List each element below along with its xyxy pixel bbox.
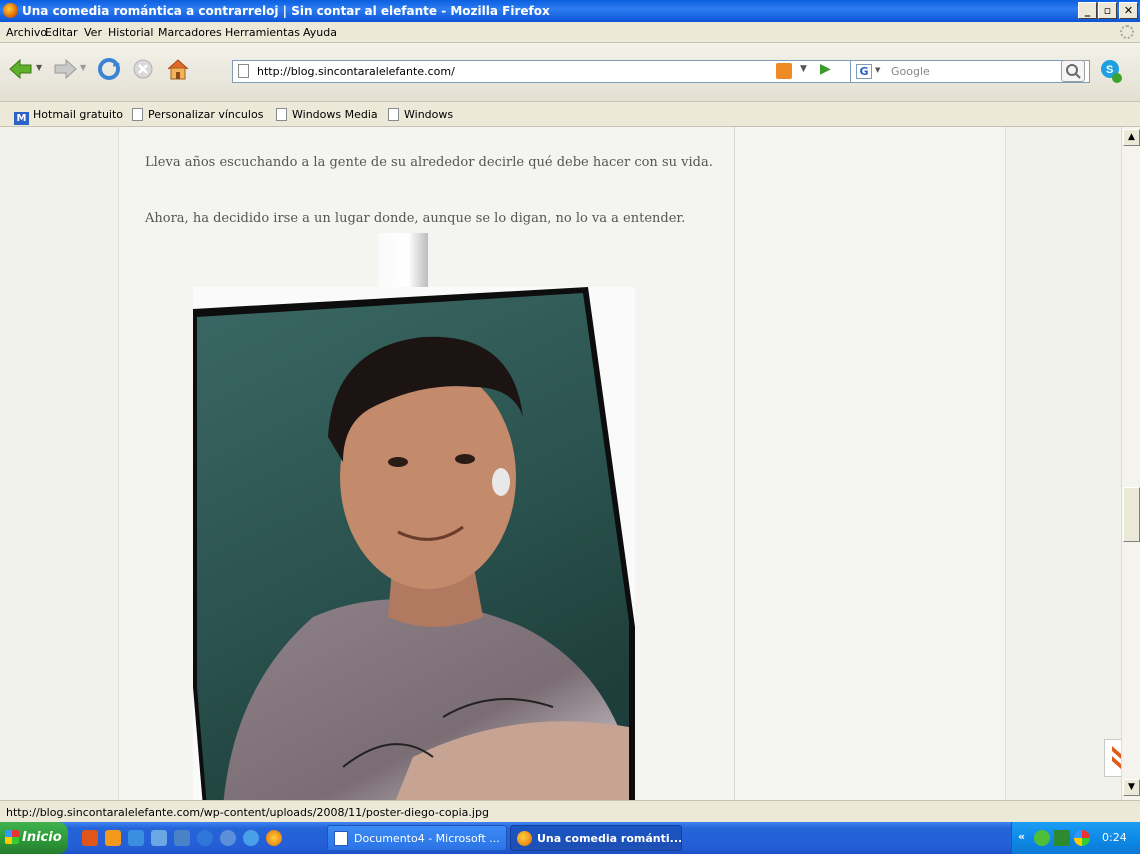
firefox-icon [517,831,532,846]
poster-image[interactable] [193,287,635,800]
bookmark-label: Windows [404,108,454,121]
msn-icon: M [14,112,29,125]
page-icon [132,108,143,121]
bookmark-hotmail[interactable]: M Hotmail gratuito [14,108,123,125]
quicklaunch-player-icon[interactable] [243,830,259,846]
task-firefox-window[interactable]: Una comedia románti... [510,825,682,851]
page-icon [388,108,399,121]
start-label: Inicio [22,830,62,845]
tray-network-icon[interactable] [1054,830,1070,846]
bookmarks-toolbar: M Hotmail gratuito Personalizar vínculos … [0,102,1140,127]
url-text: http://blog.sincontaralelefante.com/ [257,65,455,78]
scroll-down-arrow[interactable]: ▼ [1123,779,1140,796]
skype-icon[interactable]: S [1098,58,1124,84]
menu-herramientas[interactable]: Herramientas [225,26,300,39]
story-paragraph-1: Lleva años escuchando a la gente de su a… [145,155,713,170]
system-tray: « 0:24 [1011,822,1140,854]
menu-archivo[interactable]: Archivo [6,26,47,39]
tray-security-icon[interactable] [1074,830,1090,846]
scroll-to-bottom-button[interactable] [1104,739,1121,777]
minimize-button[interactable]: _ [1078,2,1097,19]
home-icon[interactable] [165,58,191,80]
throbber-icon [1120,25,1134,39]
story-paragraph-2: Ahora, ha decidido irse a un lugar donde… [145,211,686,226]
quicklaunch-itunes-icon[interactable] [151,830,167,846]
menu-editar[interactable]: Editar [45,26,78,39]
paper-strip [378,233,428,291]
engine-dropdown-icon[interactable]: ▼ [875,66,880,74]
rss-feed-icon[interactable] [776,63,792,79]
quicklaunch-search-icon[interactable] [197,830,213,846]
menu-ayuda[interactable]: Ayuda [303,26,337,39]
search-button[interactable] [1061,60,1085,82]
back-arrow-icon[interactable] [8,58,34,80]
scroll-up-arrow[interactable]: ▲ [1123,129,1140,146]
start-button[interactable]: Inicio [0,822,68,854]
double-chevron-down-icon [1112,746,1121,769]
task-documento4[interactable]: Documento4 - Microsoft ... [327,825,507,851]
page-icon [276,108,287,121]
tray-clock[interactable]: 0:24 [1102,831,1127,844]
bookmark-label: Windows Media [292,108,378,121]
window-titlebar: Una comedia romántica a contrarreloj | S… [0,0,1140,22]
forward-arrow-icon[interactable] [52,58,78,80]
tray-expand-button[interactable]: « [1018,830,1025,843]
forward-dropdown-icon[interactable]: ▼ [80,63,86,72]
page-viewport: Lleva años escuchando a la gente de su a… [0,127,1121,800]
search-placeholder: Google [891,65,930,78]
bookmark-personalizar[interactable]: Personalizar vínculos [132,108,263,121]
google-engine-icon[interactable]: G [856,64,872,79]
scroll-thumb[interactable] [1123,487,1140,542]
quicklaunch-ie-icon[interactable] [128,830,144,846]
window-title: Una comedia romántica a contrarreloj | S… [22,4,550,18]
search-box[interactable]: G ▼ Google [850,60,1090,83]
navigation-toolbar: ▼ ▼ http://blog.sincontaralelefante.com/… [0,43,1140,102]
quicklaunch-firefox-icon[interactable] [266,830,282,846]
firefox-icon [3,3,18,18]
bookmark-windows-media[interactable]: Windows Media [276,108,378,121]
status-bar: http://blog.sincontaralelefante.com/wp-c… [0,800,1140,823]
vertical-scrollbar[interactable]: ▲ ▼ [1121,127,1140,800]
menu-bar: Archivo Editar Ver Historial Marcadores … [0,22,1140,43]
bookmark-windows[interactable]: Windows [388,108,453,121]
sidebar-paper [735,127,1006,800]
windows-logo-icon [5,830,19,844]
quicklaunch-chat-icon[interactable] [220,830,236,846]
back-dropdown-icon[interactable]: ▼ [36,63,42,72]
magnifier-icon [1066,64,1081,79]
quicklaunch-media-icon[interactable] [174,830,190,846]
quicklaunch-app-icon[interactable] [82,830,98,846]
task-label: Una comedia románti... [537,832,682,845]
status-text: http://blog.sincontaralelefante.com/wp-c… [6,806,489,819]
menu-historial[interactable]: Historial [108,26,153,39]
task-label: Documento4 - Microsoft ... [354,832,500,845]
quicklaunch-clock-icon[interactable] [105,830,121,846]
stop-icon[interactable] [130,58,156,80]
close-button[interactable]: ✕ [1119,2,1138,19]
svg-text:S: S [1106,64,1113,76]
menu-ver[interactable]: Ver [84,26,102,39]
bookmark-label: Hotmail gratuito [33,108,124,121]
go-button[interactable]: ▶ [820,61,831,77]
url-dropdown-icon[interactable]: ▼ [800,64,807,74]
reload-icon[interactable] [96,58,122,80]
windows-taskbar: Inicio Documento4 - Microsoft ... Una co… [0,822,1140,854]
bookmark-label: Personalizar vínculos [148,108,264,121]
word-icon [334,831,348,846]
menu-marcadores[interactable]: Marcadores [158,26,222,39]
page-icon [238,64,249,78]
maximize-button[interactable]: ▫ [1098,2,1117,19]
tray-messenger-icon[interactable] [1034,830,1050,846]
